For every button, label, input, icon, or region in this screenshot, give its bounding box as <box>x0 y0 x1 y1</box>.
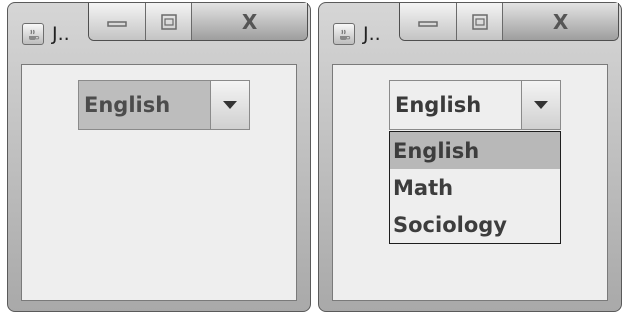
window-collapsed: J.. X English <box>7 2 311 312</box>
close-icon: X <box>241 9 258 34</box>
content-pane: English <box>21 64 297 301</box>
subject-combo-box[interactable]: English <box>78 80 250 130</box>
title-bar[interactable]: J.. X <box>319 3 621 59</box>
content-pane: English English Math Sociology <box>332 64 608 301</box>
dropdown-arrow-icon <box>223 101 237 109</box>
minimize-icon <box>107 20 127 27</box>
minimize-button[interactable] <box>89 3 147 40</box>
minimize-icon <box>418 20 438 27</box>
java-coffee-icon <box>333 23 355 45</box>
java-coffee-icon <box>22 23 44 45</box>
window-controls: X <box>399 3 619 41</box>
window-expanded: J.. X English English Math Sociology <box>318 2 622 312</box>
title-bar[interactable]: J.. X <box>8 3 310 59</box>
subject-combo-box[interactable]: English <box>389 80 561 130</box>
maximize-icon <box>161 13 177 30</box>
combo-dropdown-list: English Math Sociology <box>389 131 561 244</box>
window-controls: X <box>88 3 308 41</box>
combo-selected-value: English <box>395 93 482 117</box>
maximize-button[interactable] <box>146 3 193 40</box>
maximize-button[interactable] <box>457 3 504 40</box>
close-icon: X <box>552 9 569 34</box>
dropdown-option-english[interactable]: English <box>390 132 560 169</box>
dropdown-option-sociology[interactable]: Sociology <box>390 206 560 243</box>
dropdown-option-math[interactable]: Math <box>390 169 560 206</box>
close-button[interactable]: X <box>192 3 307 40</box>
close-button[interactable]: X <box>503 3 618 40</box>
minimize-button[interactable] <box>400 3 458 40</box>
dropdown-arrow-icon <box>534 101 548 109</box>
window-title: J.. <box>52 23 70 45</box>
combo-arrow-button[interactable] <box>521 81 560 129</box>
window-title: J.. <box>363 23 381 45</box>
maximize-icon <box>472 13 488 30</box>
combo-arrow-button[interactable] <box>210 81 249 129</box>
combo-selected-value: English <box>84 93 171 117</box>
